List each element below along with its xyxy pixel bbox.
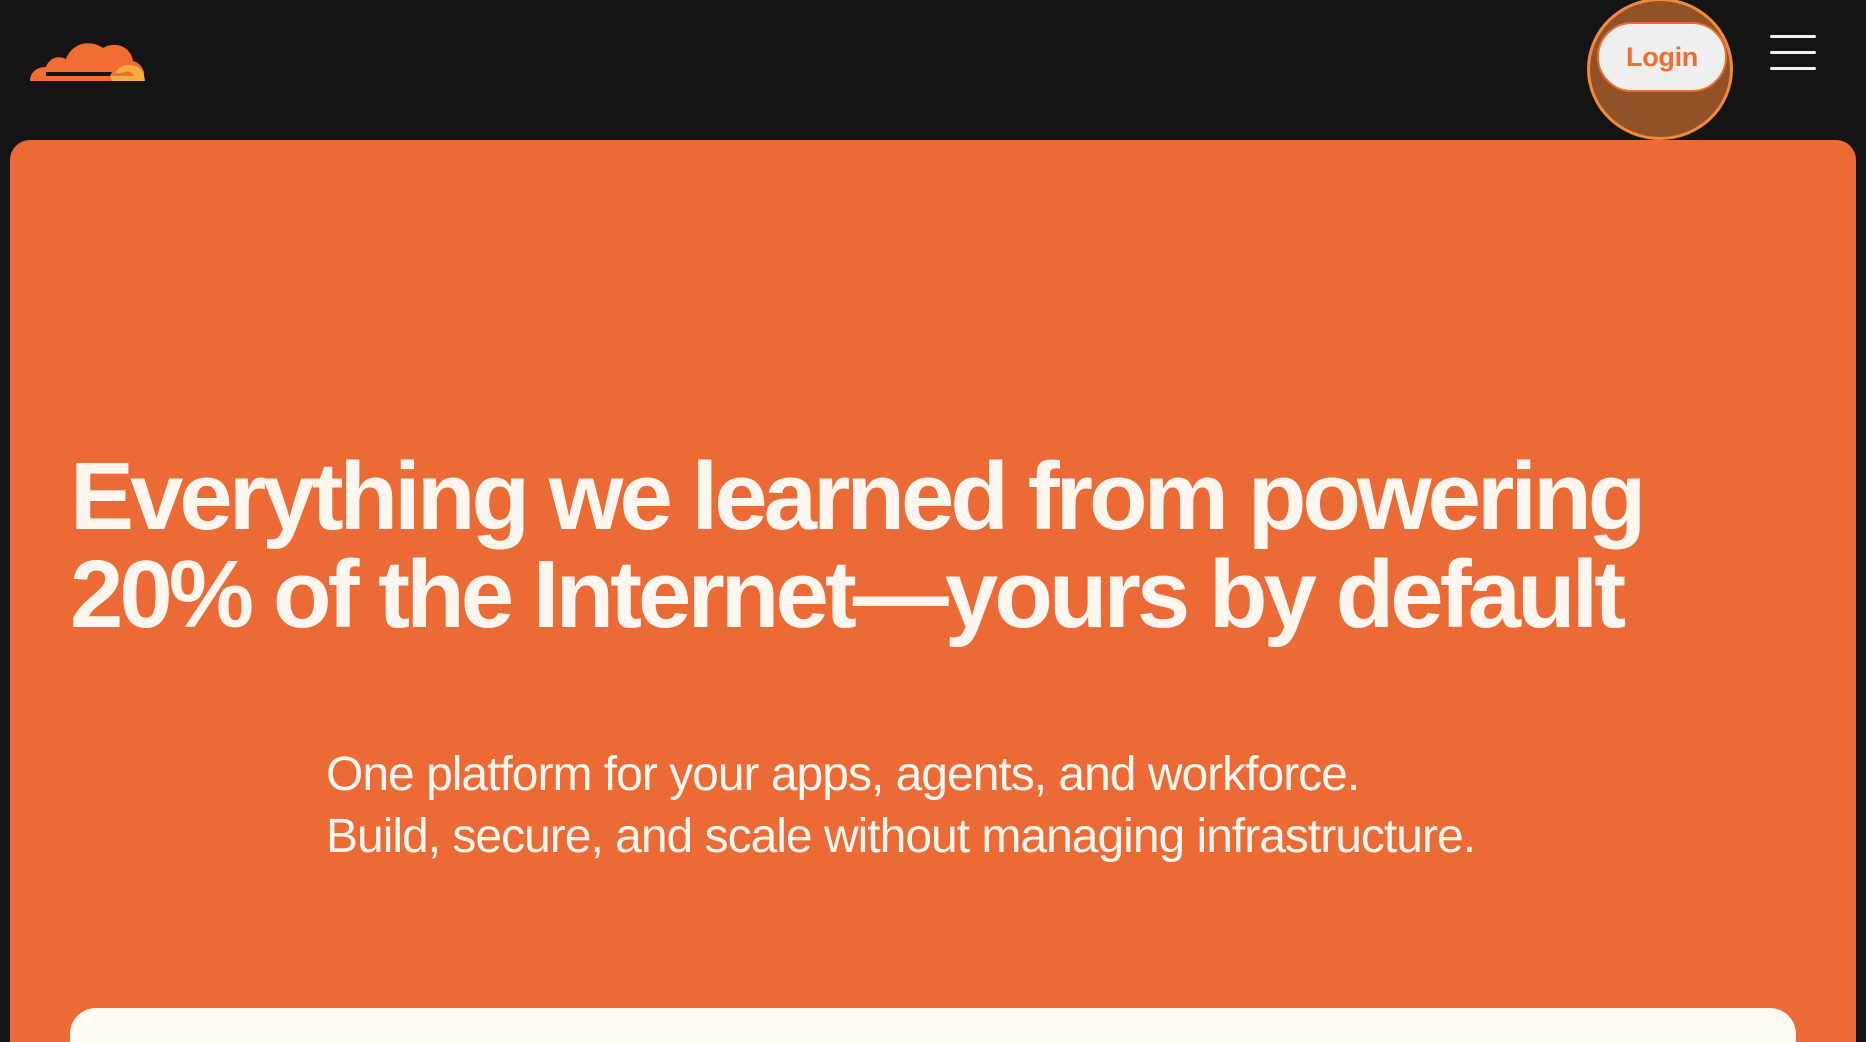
cloud-logo-icon: [30, 43, 145, 81]
bottom-content-card: [70, 1008, 1796, 1042]
hamburger-menu-button[interactable]: [1770, 35, 1816, 71]
hero-title-line-2: 20% of the Internet—yours by default: [70, 541, 1626, 648]
login-button[interactable]: Login: [1597, 22, 1727, 92]
cloudflare-logo-link[interactable]: [28, 25, 146, 83]
hamburger-menu-icon: [1770, 67, 1816, 70]
hero-title-line-1: Everything we learned from powering: [70, 443, 1646, 550]
hamburger-menu-icon: [1770, 51, 1816, 54]
top-navigation-bar: Login: [0, 0, 1866, 140]
hero-subtitle: One platform for your apps, agents, and …: [326, 744, 1606, 868]
hamburger-menu-icon: [1770, 35, 1816, 38]
hero-section: Everything we learned from powering 20% …: [10, 140, 1856, 1042]
hero-subtitle-line-1: One platform for your apps, agents, and …: [326, 748, 1360, 801]
hero-title: Everything we learned from powering 20% …: [70, 448, 1810, 644]
hero-subtitle-line-2: Build, secure, and scale without managin…: [326, 810, 1476, 863]
